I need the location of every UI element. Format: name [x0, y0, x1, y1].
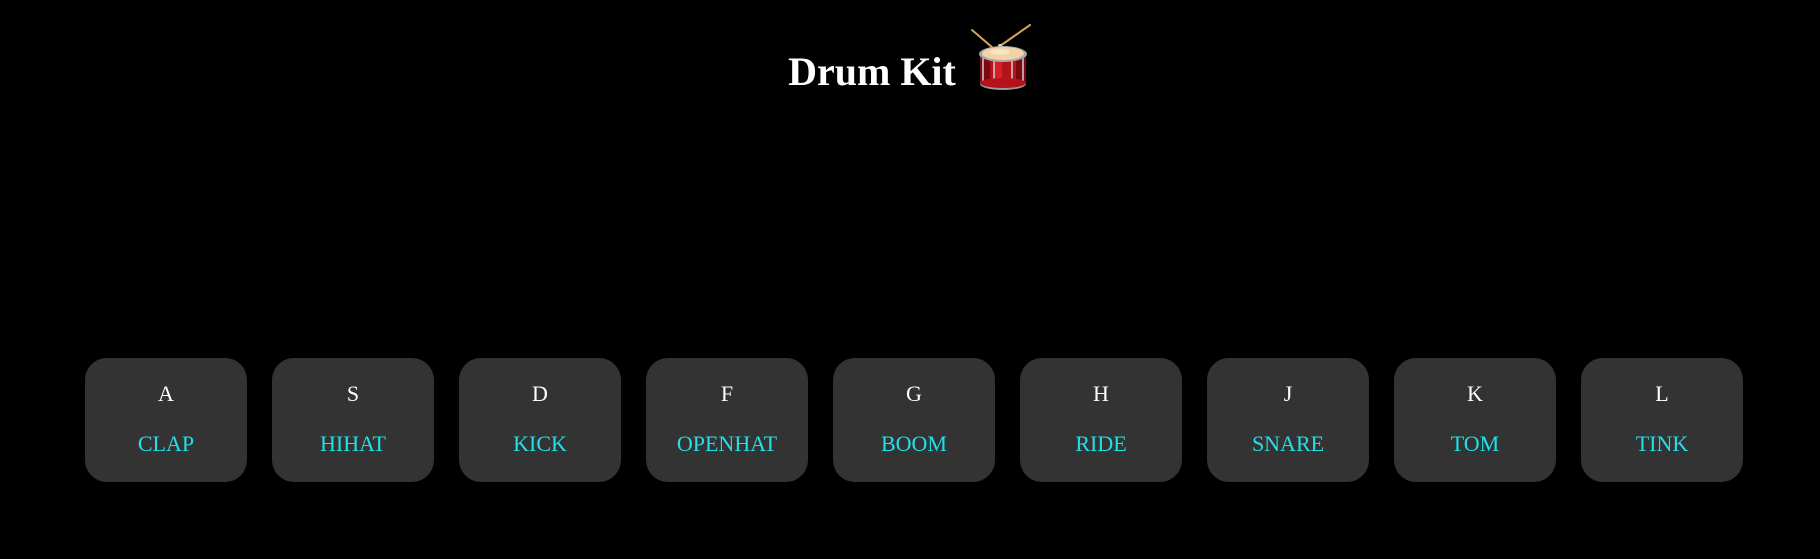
page-title: Drum Kit — [788, 49, 956, 94]
key-s[interactable]: S HIHAT — [272, 358, 434, 482]
key-k[interactable]: K TOM — [1394, 358, 1556, 482]
key-d[interactable]: D KICK — [459, 358, 621, 482]
key-j[interactable]: J SNARE — [1207, 358, 1369, 482]
key-sound-label: TOM — [1450, 431, 1500, 456]
key-sound-label: SNARE — [1251, 431, 1325, 456]
key-sound-label: BOOM — [880, 431, 947, 456]
key-letter: F — [720, 381, 734, 406]
key-letter: A — [158, 381, 174, 406]
key-sound-label: HIHAT — [320, 431, 386, 456]
key-sound-label: OPENHAT — [676, 431, 778, 456]
key-letter: D — [532, 381, 548, 406]
drum-keys: A CLAP S HIHAT D KICK F OPENHAT G BOOM H… — [85, 358, 1743, 482]
page-header: Drum Kit — [0, 16, 1820, 96]
key-g[interactable]: G BOOM — [833, 358, 995, 482]
key-l[interactable]: L TINK — [1581, 358, 1743, 482]
key-sound-label: CLAP — [137, 431, 195, 456]
key-letter: L — [1655, 381, 1669, 406]
key-sound-label: TINK — [1635, 431, 1689, 456]
key-sound-label: RIDE — [1075, 431, 1127, 456]
key-letter: G — [906, 381, 922, 406]
key-sound-label: KICK — [513, 431, 567, 456]
key-f[interactable]: F OPENHAT — [646, 358, 808, 482]
key-letter: H — [1093, 381, 1109, 406]
key-letter: K — [1467, 381, 1483, 406]
key-a[interactable]: A CLAP — [85, 358, 247, 482]
key-letter: S — [346, 381, 360, 406]
key-letter: J — [1283, 381, 1293, 406]
drum-icon — [970, 24, 1031, 90]
key-h[interactable]: H RIDE — [1020, 358, 1182, 482]
